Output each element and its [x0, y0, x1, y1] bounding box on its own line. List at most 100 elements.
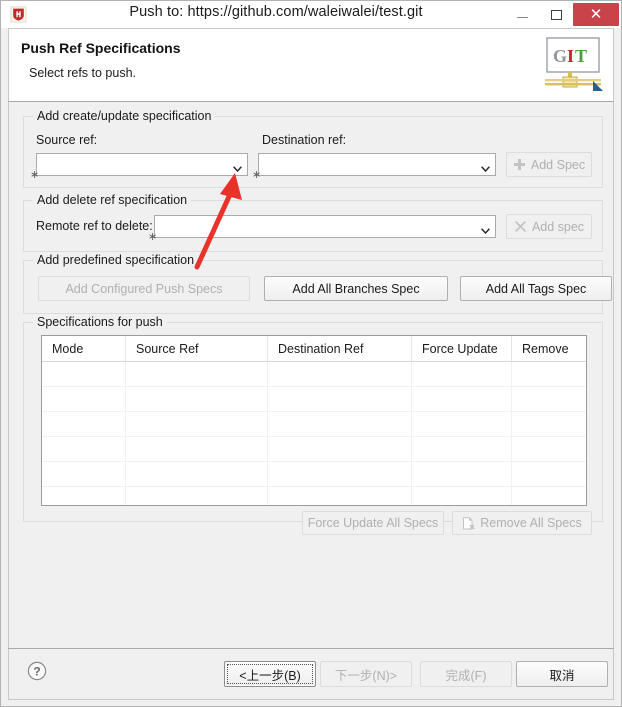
cell-remove: [512, 362, 586, 386]
cell-force-update: [412, 412, 512, 436]
column-header-force-update[interactable]: Force Update: [412, 336, 512, 361]
minimize-button[interactable]: [505, 1, 539, 28]
add-all-tags-spec-label: Add All Tags Spec: [485, 281, 587, 296]
destination-ref-combo[interactable]: [258, 153, 496, 176]
column-header-source-ref[interactable]: Source Ref: [126, 336, 268, 361]
finish-button-label: 完成(F): [445, 668, 487, 683]
cell-remove: [512, 387, 586, 411]
cell-mode: [42, 437, 126, 461]
column-header-remove[interactable]: Remove: [512, 336, 586, 361]
cell-source-ref: [126, 387, 268, 411]
remote-ref-to-delete-label: Remote ref to delete:: [36, 219, 153, 233]
table-row[interactable]: [42, 412, 586, 437]
dialog-footer: ? <上一步(B) 下一步(N)> 完成(F) 取消: [8, 648, 614, 700]
table-row[interactable]: [42, 437, 586, 462]
force-update-all-specs-label: Force Update All Specs: [307, 516, 439, 530]
cell-source-ref: [126, 437, 268, 461]
cross-icon: [514, 220, 527, 233]
next-button-label: 下一步(N)>: [334, 668, 398, 683]
plus-icon: [513, 158, 526, 171]
finish-button[interactable]: 完成(F): [420, 661, 512, 687]
table-row[interactable]: [42, 362, 586, 387]
table-row[interactable]: [42, 487, 586, 505]
table-row[interactable]: [42, 387, 586, 412]
cell-mode: [42, 487, 126, 505]
window-controls: ✕: [505, 1, 621, 28]
cell-destination-ref: [268, 387, 412, 411]
add-configured-push-specs-button[interactable]: Add Configured Push Specs: [38, 276, 250, 301]
group-add-predefined: Add predefined specification Add Configu…: [23, 253, 612, 314]
group-specifications-for-push: Specifications for push Mode Source Ref …: [23, 315, 603, 535]
cell-force-update: [412, 487, 512, 505]
group-label-predefined: Add predefined specification: [33, 253, 199, 267]
add-configured-push-specs-label: Add Configured Push Specs: [65, 281, 223, 296]
svg-text:G: G: [553, 46, 567, 66]
cell-destination-ref: [268, 462, 412, 486]
column-header-mode[interactable]: Mode: [42, 336, 126, 361]
cell-destination-ref: [268, 362, 412, 386]
force-update-all-specs-button[interactable]: Force Update All Specs: [302, 511, 444, 535]
svg-text:I: I: [567, 46, 574, 66]
add-all-branches-spec-button[interactable]: Add All Branches Spec: [264, 276, 448, 301]
remove-document-icon: [462, 516, 475, 530]
cell-remove: [512, 487, 586, 505]
git-logo-icon: G I T: [541, 33, 607, 95]
cell-destination-ref: [268, 412, 412, 436]
group-add-create-update: Add create/update specification Source r…: [23, 109, 603, 188]
cell-destination-ref: [268, 437, 412, 461]
add-spec-label: Add Spec: [530, 157, 586, 172]
source-ref-combo[interactable]: [36, 153, 248, 176]
back-button[interactable]: <上一步(B): [224, 661, 316, 687]
destination-ref-required-marker: ∗: [252, 169, 262, 181]
dialog-header: Push Ref Specifications Select refs to p…: [8, 28, 614, 102]
next-button[interactable]: 下一步(N)>: [320, 661, 412, 687]
chevron-down-icon[interactable]: [481, 161, 490, 173]
cell-force-update: [412, 387, 512, 411]
remote-ref-to-delete-combo[interactable]: [154, 215, 496, 238]
remote-ref-required-marker: ∗: [148, 231, 158, 243]
source-ref-label: Source ref:: [36, 133, 98, 147]
close-button[interactable]: ✕: [573, 3, 619, 26]
group-label-specs-for-push: Specifications for push: [33, 315, 167, 329]
back-button-label: <上一步(B): [239, 668, 301, 683]
add-spec-button[interactable]: Add Spec: [506, 152, 592, 177]
table-header-row: Mode Source Ref Destination Ref Force Up…: [42, 336, 586, 362]
dialog-body: Add create/update specification Source r…: [8, 102, 614, 648]
push-dialog-window: Push to: https://github.com/waleiwalei/t…: [0, 0, 622, 707]
page-subtitle: Select refs to push.: [29, 66, 137, 80]
add-delete-spec-label: Add spec: [531, 219, 585, 234]
cell-source-ref: [126, 412, 268, 436]
title-bar[interactable]: Push to: https://github.com/waleiwalei/t…: [1, 1, 621, 28]
add-all-tags-spec-button[interactable]: Add All Tags Spec: [460, 276, 612, 301]
close-icon: ✕: [589, 5, 603, 23]
svg-text:?: ?: [33, 664, 40, 678]
cell-mode: [42, 387, 126, 411]
cell-remove: [512, 412, 586, 436]
svg-text:T: T: [575, 46, 587, 66]
cell-force-update: [412, 362, 512, 386]
chevron-down-icon[interactable]: [481, 223, 490, 235]
cell-force-update: [412, 437, 512, 461]
cell-remove: [512, 437, 586, 461]
add-delete-spec-button[interactable]: Add spec: [506, 214, 592, 239]
cancel-button[interactable]: 取消: [516, 661, 608, 687]
specifications-table[interactable]: Mode Source Ref Destination Ref Force Up…: [41, 335, 587, 506]
cell-source-ref: [126, 362, 268, 386]
cell-source-ref: [126, 462, 268, 486]
maximize-icon: [550, 9, 562, 20]
maximize-button[interactable]: [539, 1, 573, 28]
table-row[interactable]: [42, 462, 586, 487]
chevron-down-icon[interactable]: [233, 161, 242, 173]
cell-destination-ref: [268, 487, 412, 505]
column-header-destination-ref[interactable]: Destination Ref: [268, 336, 412, 361]
cell-mode: [42, 462, 126, 486]
cancel-button-label: 取消: [549, 668, 575, 683]
cell-mode: [42, 412, 126, 436]
destination-ref-label: Destination ref:: [262, 133, 347, 147]
cell-remove: [512, 462, 586, 486]
remove-all-specs-button[interactable]: Remove All Specs: [452, 511, 592, 535]
group-label-delete-ref: Add delete ref specification: [33, 193, 192, 207]
page-title: Push Ref Specifications: [21, 40, 181, 56]
help-question-icon[interactable]: ?: [27, 661, 47, 681]
remove-all-specs-label: Remove All Specs: [480, 516, 582, 530]
